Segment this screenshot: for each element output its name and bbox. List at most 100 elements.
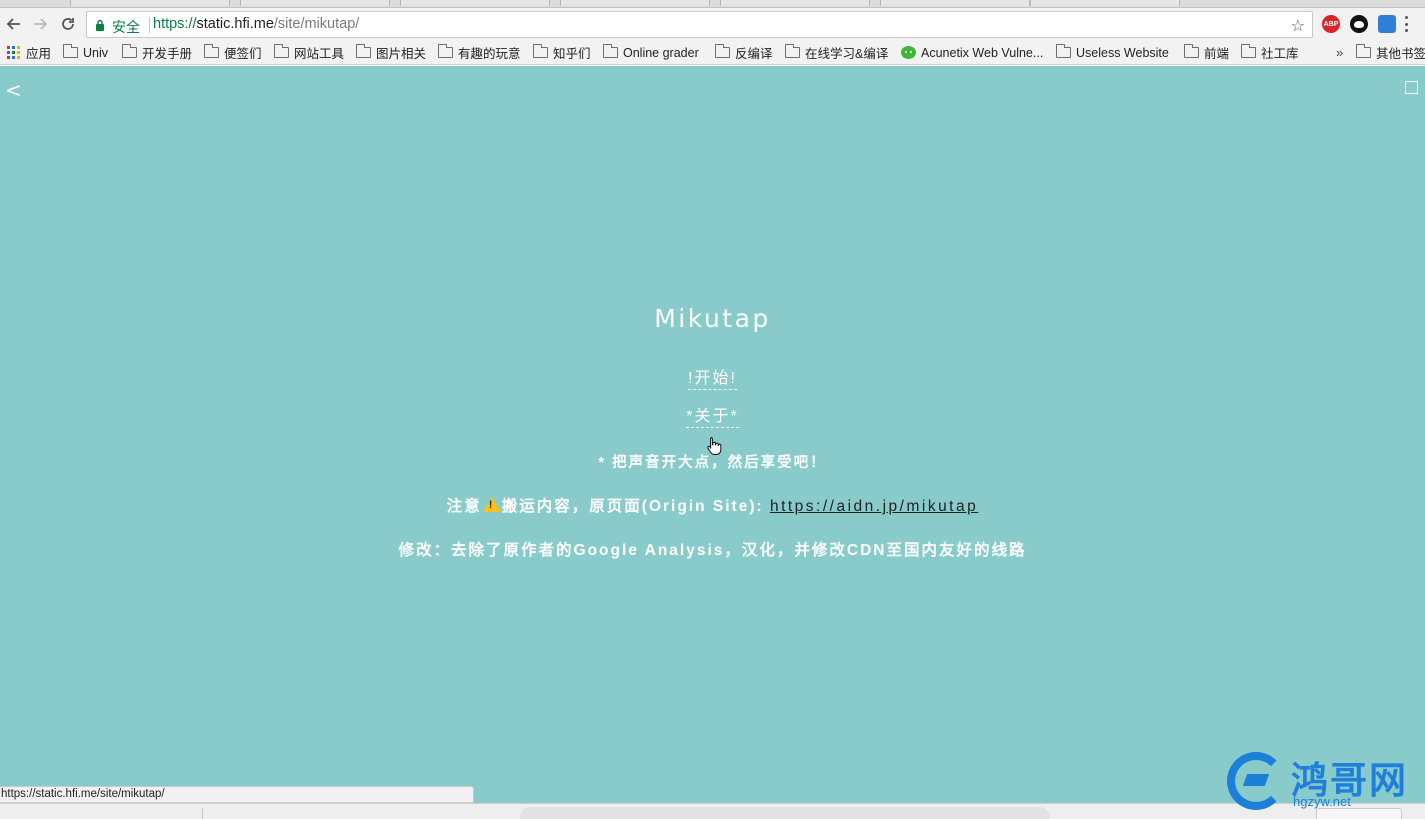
bookmark-folder-zhihu[interactable]: 知乎们 bbox=[532, 44, 591, 61]
bookmark-folder-other[interactable]: 其他书签 bbox=[1355, 44, 1425, 61]
bookmarks-overflow-button[interactable]: » bbox=[1336, 44, 1343, 61]
mask-extension-icon[interactable] bbox=[1350, 15, 1368, 33]
omnibox-separator bbox=[149, 17, 150, 33]
reload-button[interactable] bbox=[56, 12, 80, 36]
bookmark-folder-social-db[interactable]: 社工库 bbox=[1240, 44, 1299, 61]
tab-strip bbox=[0, 0, 1425, 8]
bookmark-label: 在线学习&编译 bbox=[805, 47, 889, 61]
lock-icon bbox=[96, 19, 104, 31]
url-text[interactable]: https://static.hfi.me/site/mikutap/ bbox=[153, 16, 359, 32]
folder-icon bbox=[273, 44, 289, 58]
folder-icon bbox=[1183, 44, 1199, 58]
about-link-row: *关于* bbox=[0, 402, 1425, 428]
bottom-pill bbox=[520, 807, 1050, 819]
bookmark-label: Useless Website bbox=[1076, 45, 1169, 60]
about-link[interactable]: *关于* bbox=[686, 402, 739, 428]
tab[interactable] bbox=[560, 0, 710, 6]
tab[interactable] bbox=[720, 0, 870, 6]
bookmark-folder-online-learning[interactable]: 在线学习&编译 bbox=[784, 44, 889, 61]
bookmark-label: 应用 bbox=[26, 47, 52, 61]
folder-icon bbox=[121, 44, 137, 58]
back-button[interactable] bbox=[2, 12, 26, 36]
folder-icon bbox=[1240, 44, 1256, 58]
bookmark-label: 开发手册 bbox=[142, 47, 193, 61]
notice-line: 注意 搬运内容，原页面(Origin Site): https://aidn.jp… bbox=[0, 494, 1425, 516]
folder-icon bbox=[602, 44, 618, 58]
hand-cursor-icon bbox=[707, 437, 722, 455]
bookmark-apps[interactable]: 应用 bbox=[7, 44, 51, 61]
fullscreen-icon[interactable] bbox=[1405, 81, 1418, 94]
folder-icon bbox=[1355, 44, 1371, 58]
tab[interactable] bbox=[240, 0, 390, 6]
modification-note: 修改：去除了原作者的Google Analysis，汉化，并修改CDN至国内友好… bbox=[398, 542, 1027, 559]
bookmark-folder-images[interactable]: 图片相关 bbox=[355, 44, 427, 61]
bookmark-folder-univ[interactable]: Univ bbox=[62, 44, 109, 61]
folder-icon bbox=[532, 44, 548, 58]
arrow-left-icon bbox=[6, 18, 20, 30]
bookmark-folder-decompile[interactable]: 反编译 bbox=[714, 44, 773, 61]
status-url-bubble: https://static.hfi.me/site/mikutap/ bbox=[0, 786, 474, 803]
bookmark-folder-fun[interactable]: 有趣的玩意 bbox=[437, 44, 521, 61]
watermark-logo-icon bbox=[1227, 752, 1285, 810]
bookmark-label: 知乎们 bbox=[553, 47, 591, 61]
bookmark-label: Univ bbox=[83, 45, 109, 60]
back-icon[interactable]: < bbox=[5, 78, 22, 102]
site-watermark: 鸿哥网 hgzyw.net bbox=[1225, 750, 1425, 812]
bookmark-label: 前端 bbox=[1204, 47, 1230, 61]
tab[interactable] bbox=[880, 0, 1030, 6]
origin-site-link[interactable]: https://aidn.jp/mikutap bbox=[770, 498, 978, 515]
adblock-extension-icon[interactable]: ABP bbox=[1322, 15, 1340, 33]
warning-icon bbox=[482, 497, 501, 512]
page-content: < Mikutap !开始! *关于* * 把声音开大点，然后享受吧！ 注意搬运… bbox=[0, 66, 1425, 803]
tab[interactable] bbox=[70, 0, 230, 6]
security-label: 安全 bbox=[112, 19, 140, 35]
bookmark-label: 有趣的玩意 bbox=[458, 47, 521, 61]
reload-icon bbox=[62, 18, 74, 30]
bottom-bar bbox=[0, 803, 1425, 819]
arrow-right-icon bbox=[34, 18, 48, 30]
folder-icon bbox=[355, 44, 371, 58]
folder-icon bbox=[62, 44, 78, 58]
divider bbox=[202, 808, 203, 819]
bookmark-folder-useless-website[interactable]: Useless Website bbox=[1055, 44, 1169, 61]
apps-grid-icon bbox=[7, 46, 20, 59]
forward-button[interactable] bbox=[28, 12, 52, 36]
watermark-subtext: hgzyw.net bbox=[1293, 794, 1351, 809]
url-host: static.hfi.me bbox=[196, 16, 274, 32]
bookmark-folder-dev-manual[interactable]: 开发手册 bbox=[121, 44, 193, 61]
bookmark-label: 其他书签 bbox=[1376, 47, 1425, 61]
start-link-row: !开始! bbox=[0, 364, 1425, 390]
page-title: Mikutap bbox=[654, 304, 771, 333]
tab[interactable] bbox=[400, 0, 550, 6]
url-path: /site/mikutap/ bbox=[273, 16, 360, 32]
wechat-icon bbox=[901, 46, 916, 59]
folder-icon bbox=[714, 44, 730, 58]
bookmark-acunetix[interactable]: Acunetix Web Vulne... bbox=[901, 44, 1043, 61]
bookmark-folder-notes[interactable]: 便签们 bbox=[203, 44, 262, 61]
browser-toolbar: 安全 https://static.hfi.me/site/mikutap/ ☆… bbox=[0, 8, 1425, 40]
address-bar[interactable]: 安全 https://static.hfi.me/site/mikutap/ ☆ bbox=[86, 11, 1313, 38]
tab[interactable] bbox=[1030, 0, 1180, 6]
bookmark-label: 反编译 bbox=[735, 47, 773, 61]
bookmarks-bar: 应用 Univ 开发手册 便签们 网站工具 图片相关 有趣的玩意 知乎们 Onl… bbox=[0, 40, 1425, 65]
bookmark-folder-web-tools[interactable]: 网站工具 bbox=[273, 44, 345, 61]
folder-icon bbox=[1055, 44, 1071, 58]
chevron-double-right-icon: » bbox=[1336, 45, 1344, 60]
folder-icon bbox=[437, 44, 453, 58]
browser-menu-icon[interactable] bbox=[1405, 16, 1409, 32]
bookmark-label: 图片相关 bbox=[376, 47, 427, 61]
screenshot-extension-icon[interactable] bbox=[1378, 15, 1396, 33]
url-scheme: https:// bbox=[153, 16, 197, 32]
bookmark-star-icon[interactable]: ☆ bbox=[1291, 16, 1305, 35]
bookmark-label: 网站工具 bbox=[294, 47, 345, 61]
folder-icon bbox=[203, 44, 219, 58]
bookmark-label: 社工库 bbox=[1261, 47, 1299, 61]
bookmark-label: 便签们 bbox=[224, 47, 262, 61]
bookmark-folder-online-grader[interactable]: Online grader bbox=[602, 44, 699, 61]
bookmark-label: Online grader bbox=[623, 45, 699, 60]
bookmark-label: Acunetix Web Vulne... bbox=[921, 45, 1044, 60]
folder-icon bbox=[784, 44, 800, 58]
bookmark-folder-frontend[interactable]: 前端 bbox=[1183, 44, 1230, 61]
notice-text: 搬运内容，原页面(Origin Site): bbox=[501, 498, 770, 515]
start-link[interactable]: !开始! bbox=[688, 364, 737, 390]
